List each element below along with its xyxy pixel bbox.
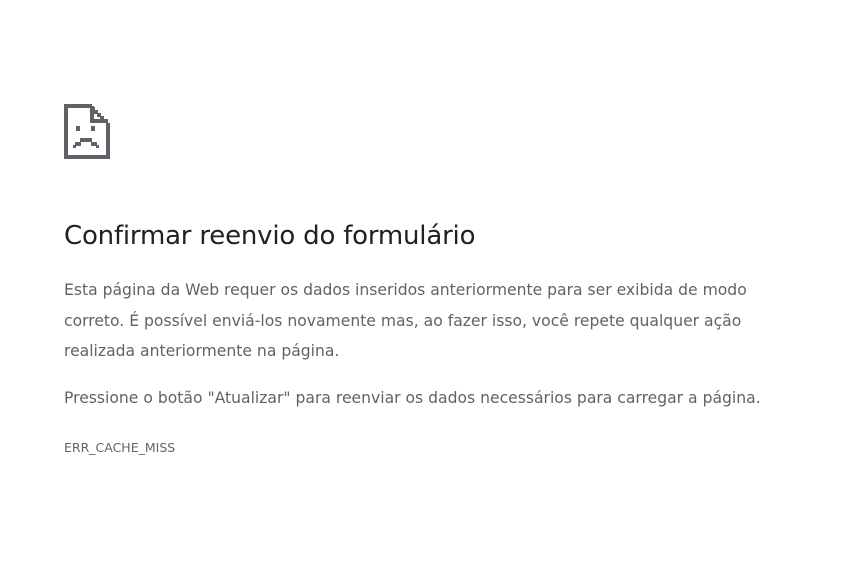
error-description: Esta página da Web requer os dados inser… xyxy=(64,281,747,360)
error-page: Confirmar reenvio do formulário Esta pág… xyxy=(0,0,863,571)
sad-page-icon xyxy=(64,104,110,159)
page-title: Confirmar reenvio do formulário xyxy=(64,221,476,251)
reload-instruction: Pressione o botão "Atualizar" para reenv… xyxy=(64,389,761,407)
error-code: ERR_CACHE_MISS xyxy=(64,440,176,455)
